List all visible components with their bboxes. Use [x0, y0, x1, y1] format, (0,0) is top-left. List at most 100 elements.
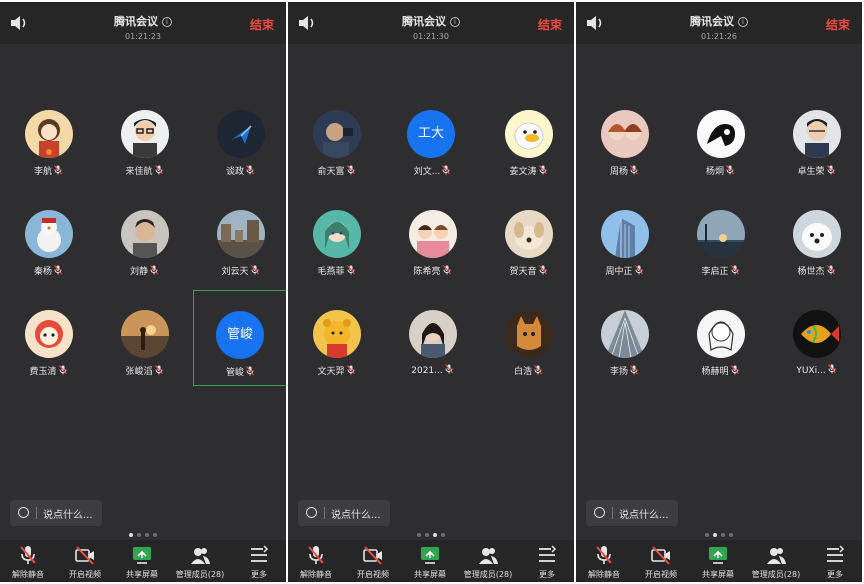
toolbar-button[interactable]: 共享屏幕: [114, 544, 170, 580]
avatar: [505, 210, 553, 258]
toolbar-button[interactable]: 共享屏幕: [690, 544, 746, 580]
cat-avatar: [505, 310, 553, 358]
participant-name-text: 刘云天: [221, 267, 249, 277]
mic-muted-icon: [442, 165, 451, 175]
participant-name-text: 毛燕菲: [317, 267, 345, 277]
toolbar-button[interactable]: 更多: [807, 544, 862, 580]
participant-tile[interactable]: 贺天音: [481, 200, 574, 296]
toolbar-button[interactable]: 开启视频: [633, 544, 689, 580]
page-dot[interactable]: [729, 533, 733, 537]
avatar: [697, 210, 745, 258]
participant-name: YUXi...: [769, 364, 862, 376]
participant-tile[interactable]: 刘静: [97, 200, 191, 296]
chat-input[interactable]: 说点什么...: [10, 500, 102, 526]
toolbar-button[interactable]: 开启视频: [345, 544, 401, 580]
participant-tile[interactable]: 卓生荣: [769, 100, 862, 196]
snowman-avatar: [25, 210, 73, 258]
mic-muted-icon: [630, 165, 638, 175]
avatar: [601, 310, 649, 358]
participant-tile[interactable]: 李扬: [577, 300, 671, 396]
toolbar-button[interactable]: 管理成员(28): [172, 544, 228, 580]
participant-name-text: 姜文涛: [509, 167, 537, 177]
participant-tile[interactable]: 周中正: [577, 200, 671, 296]
toolbar-button[interactable]: 解除静音: [576, 544, 632, 580]
info-icon[interactable]: i: [162, 17, 172, 27]
participant-tile[interactable]: 杨赫明: [673, 300, 767, 396]
toolbar-button[interactable]: 更多: [231, 544, 286, 580]
page-dot[interactable]: [713, 533, 717, 537]
mic-muted-icon: [154, 165, 163, 175]
avatar: [217, 110, 265, 158]
participant-tile[interactable]: 来佳航: [97, 100, 191, 196]
emoji-icon[interactable]: [594, 507, 605, 518]
page-dot[interactable]: [129, 533, 133, 537]
skyscraper-avatar: [601, 310, 649, 358]
participant-tile[interactable]: 杨炯: [673, 100, 767, 196]
meeting-title[interactable]: 腾讯会议: [402, 15, 446, 28]
participant-tile[interactable]: YUXi...: [769, 300, 862, 396]
emoji-icon[interactable]: [18, 507, 29, 518]
toolbar-button[interactable]: 更多: [519, 544, 574, 580]
page-dot[interactable]: [153, 533, 157, 537]
toolbar-button[interactable]: 管理成员(28): [748, 544, 804, 580]
participant-tile[interactable]: 费玉清: [1, 300, 95, 396]
page-dot[interactable]: [721, 533, 725, 537]
end-meeting-button[interactable]: 结束: [826, 16, 850, 33]
building-avatar: [601, 210, 649, 258]
page-dot[interactable]: [145, 533, 149, 537]
participant-tile[interactable]: 刘云天: [193, 200, 286, 296]
line-art-avatar: [697, 110, 745, 158]
toolbar-button[interactable]: 解除静音: [0, 544, 56, 580]
toolbar-button[interactable]: 解除静音: [288, 544, 344, 580]
participant-tile[interactable]: 谈政: [193, 100, 286, 196]
participant-tile[interactable]: 文天羿: [289, 300, 383, 396]
participant-tile[interactable]: 工大 刘文...: [385, 100, 479, 196]
participant-name-text: 李航: [33, 167, 52, 177]
emoji-icon[interactable]: [306, 507, 317, 518]
participant-tile[interactable]: 毛燕菲: [289, 200, 383, 296]
avatar: 工大: [407, 110, 455, 158]
info-icon[interactable]: i: [738, 17, 748, 27]
participant-name: 卓生荣: [769, 164, 862, 177]
meeting-title[interactable]: 腾讯会议: [690, 15, 734, 28]
mic-muted-icon: [442, 265, 451, 275]
chat-input[interactable]: 说点什么...: [298, 500, 390, 526]
participant-tile[interactable]: 张峻滔: [97, 300, 191, 396]
toolbar-button[interactable]: 开启视频: [57, 544, 113, 580]
avatar: [25, 310, 73, 358]
bottom-toolbar: 解除静音 开启视频 共享屏幕 管理成员(28) 更多: [576, 540, 862, 582]
end-meeting-button[interactable]: 结束: [538, 16, 562, 33]
participant-tile[interactable]: 俞天富: [289, 100, 383, 196]
end-meeting-button[interactable]: 结束: [250, 16, 274, 33]
toolbar-button[interactable]: 共享屏幕: [402, 544, 458, 580]
page-dot[interactable]: [137, 533, 141, 537]
page-dot[interactable]: [705, 533, 709, 537]
chat-placeholder: 说点什么...: [331, 510, 381, 521]
participant-tile[interactable]: 李启正: [673, 200, 767, 296]
chat-input[interactable]: 说点什么...: [586, 500, 678, 526]
participant-tile[interactable]: 李航: [1, 100, 95, 196]
page-dot[interactable]: [441, 533, 445, 537]
page-dot[interactable]: [433, 533, 437, 537]
toolbar-label: 解除静音: [300, 570, 332, 579]
meeting-title[interactable]: 腾讯会议: [114, 15, 158, 28]
participant-tile[interactable]: 白浩: [481, 300, 574, 396]
page-dot[interactable]: [425, 533, 429, 537]
participant-name-text: 张峻滔: [125, 367, 153, 377]
meeting-timer: 01:21:23: [125, 32, 161, 41]
toolbar-button[interactable]: 管理成员(28): [460, 544, 516, 580]
participant-name: 费玉清: [1, 364, 95, 377]
anime-girl-avatar: [313, 210, 361, 258]
participant-tile[interactable]: 陈希亮: [385, 200, 479, 296]
participant-tile[interactable]: 周杨: [577, 100, 671, 196]
participant-name-text: 陈希亮: [413, 267, 441, 277]
participant-tile[interactable]: 杨世杰: [769, 200, 862, 296]
page-dot[interactable]: [417, 533, 421, 537]
participant-name: 俞天富: [289, 164, 383, 177]
participant-tile[interactable]: 2021...: [385, 300, 479, 396]
participant-name-text: 刘静: [129, 267, 148, 277]
info-icon[interactable]: i: [450, 17, 460, 27]
participant-tile[interactable]: 秦杨: [1, 200, 95, 296]
participant-tile[interactable]: 姜文涛: [481, 100, 574, 196]
participant-tile[interactable]: 管峻 管峻: [193, 290, 286, 386]
